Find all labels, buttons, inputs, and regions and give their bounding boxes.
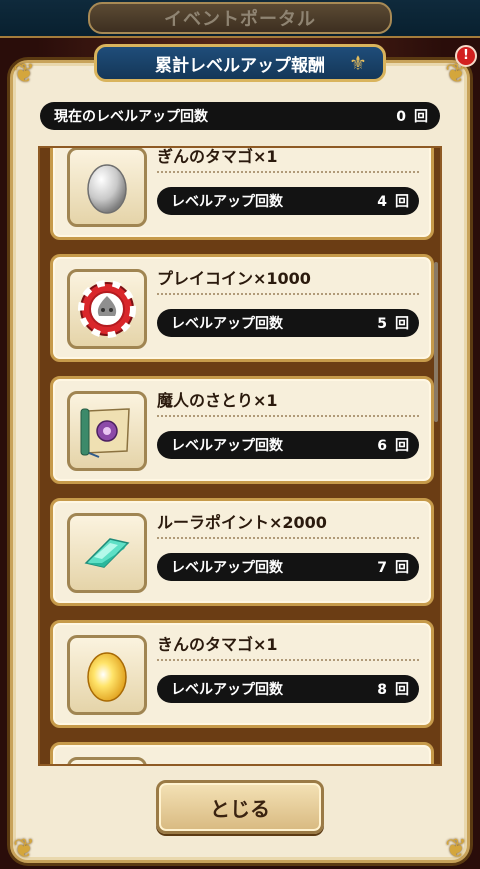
notification-badge: ! [455, 45, 477, 67]
divider [157, 537, 419, 539]
requirement-unit: 回 [395, 194, 409, 210]
item-icon-frame [67, 269, 147, 349]
item-icon-frame [67, 635, 147, 715]
requirement-value-group: 5回 [377, 313, 409, 333]
requirement-label: レベルアップ回数 [171, 438, 283, 454]
play-coin-icon [78, 280, 136, 338]
current-count-unit: 回 [414, 109, 428, 125]
fleur-icon: ⚜ [349, 51, 367, 75]
corner-ornament-icon: ❦ [13, 59, 35, 89]
item-icon-frame [67, 757, 147, 764]
requirement-bar: レベルアップ回数 8回 [157, 675, 419, 703]
requirement-value: 7 [377, 560, 387, 576]
list-scrollbar[interactable] [434, 262, 438, 422]
requirement-value: 6 [377, 438, 387, 454]
reward-name: ルーラポイント×2000 [157, 513, 327, 532]
requirement-value-group: 8回 [377, 679, 409, 699]
requirement-value-group: 6回 [377, 435, 409, 455]
requirement-value: 4 [377, 194, 387, 210]
corner-ornament-icon: ❦ [13, 834, 35, 864]
silver-egg-icon [87, 164, 127, 214]
requirement-bar: レベルアップ回数 6回 [157, 431, 419, 459]
requirement-unit: 回 [395, 316, 409, 332]
reward-list[interactable]: ぎんのタマゴ×1 レベルアップ回数 4回 プレイコイン×1000 レベルアップ回… [38, 146, 442, 766]
divider [157, 659, 419, 661]
dialog-title: 累計レベルアップ報酬 [94, 44, 386, 82]
current-levelup-count: 現在のレベルアップ回数 0回 [40, 102, 440, 130]
item-icon-frame [67, 391, 147, 471]
gold-egg-icon [87, 652, 127, 702]
reward-name: ぎんのタマゴ×1 [157, 147, 278, 166]
reward-name: 魔人のさとり×1 [157, 391, 278, 410]
reward-item: きんのタマゴ×1 レベルアップ回数 8回 [50, 620, 434, 728]
item-icon-frame [67, 513, 147, 593]
item-icon-frame [67, 148, 147, 227]
divider [157, 293, 419, 295]
requirement-label: レベルアップ回数 [171, 560, 283, 576]
scroll-icon [80, 408, 130, 458]
current-count-label: 現在のレベルアップ回数 [54, 109, 208, 125]
reward-item: 魔人のさとり×1 レベルアップ回数 6回 [50, 376, 434, 484]
reward-item: ぎんのタマゴ×1 レベルアップ回数 4回 [50, 147, 434, 240]
requirement-label: レベルアップ回数 [171, 194, 283, 210]
divider [157, 171, 419, 173]
requirement-value-group: 4回 [377, 191, 409, 211]
requirement-unit: 回 [395, 560, 409, 576]
reward-name: プレイコイン×1000 [157, 269, 311, 288]
requirement-label: レベルアップ回数 [171, 682, 283, 698]
divider [157, 415, 419, 417]
requirement-bar: レベルアップ回数 4回 [157, 187, 419, 215]
reward-item: プレイコイン×1000 レベルアップ回数 5回 [50, 254, 434, 362]
portal-title: イベントポータル [88, 2, 392, 34]
corner-ornament-icon: ❦ [445, 834, 467, 864]
portal-header: イベントポータル [0, 0, 480, 38]
current-count-value: 0 [396, 109, 406, 125]
reward-name: きんのタマゴ×1 [157, 635, 278, 654]
requirement-value-group: 7回 [377, 557, 409, 577]
requirement-bar: レベルアップ回数 5回 [157, 309, 419, 337]
reward-item: ルーラポイント×2000 レベルアップ回数 7回 [50, 498, 434, 606]
requirement-value: 5 [377, 316, 387, 332]
crystal-icon [84, 538, 130, 568]
requirement-bar: レベルアップ回数 7回 [157, 553, 419, 581]
requirement-unit: 回 [395, 438, 409, 454]
requirement-unit: 回 [395, 682, 409, 698]
requirement-value: 8 [377, 682, 387, 698]
current-count-value-group: 0回 [396, 106, 428, 126]
close-button[interactable]: とじる [156, 780, 324, 834]
reward-item [50, 742, 434, 764]
requirement-label: レベルアップ回数 [171, 316, 283, 332]
